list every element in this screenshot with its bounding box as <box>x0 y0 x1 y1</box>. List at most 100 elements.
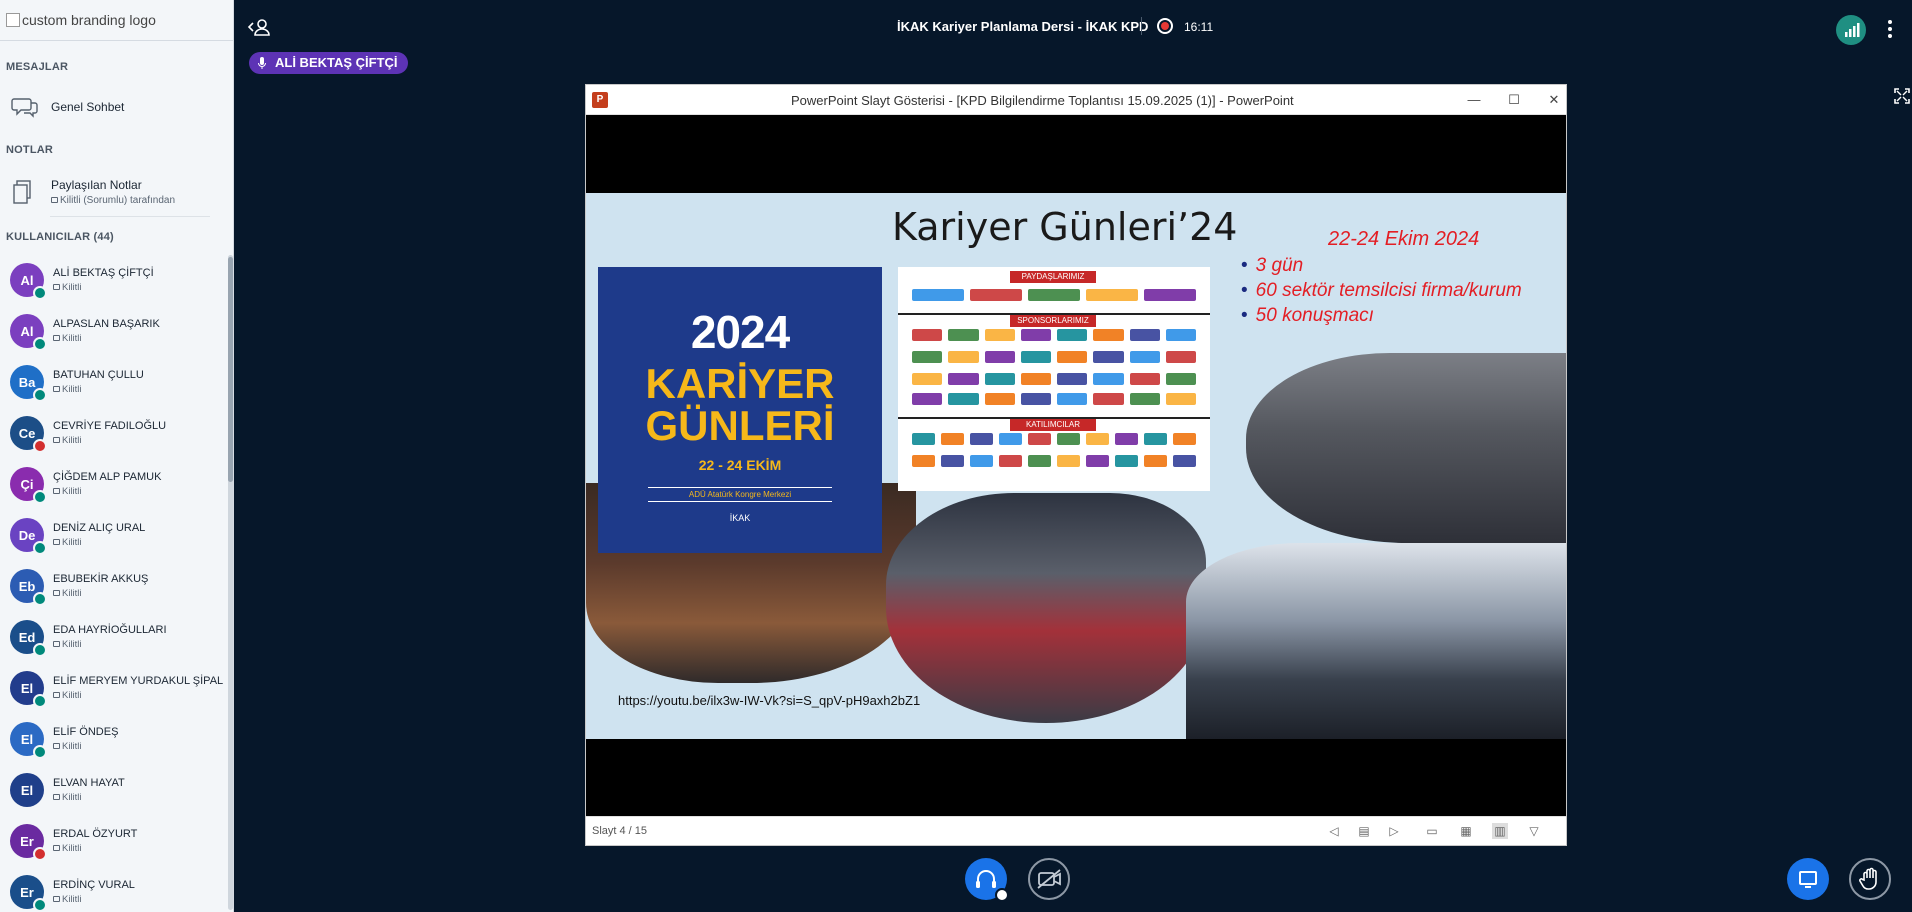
talking-indicator[interactable]: ALİ BEKTAŞ ÇİFTÇİ <box>249 52 408 74</box>
partner-logo <box>1020 351 1051 363</box>
public-chat-item[interactable]: Genel Sohbet <box>0 92 218 122</box>
slide-youtube-link[interactable]: https://youtu.be/ilx3w-IW-Vk?si=S_qpV-pH… <box>618 693 920 708</box>
partner-logo <box>1028 433 1051 445</box>
fullscreen-button[interactable] <box>1893 87 1911 105</box>
avatar-initials: Ce <box>18 425 36 441</box>
close-icon[interactable]: ✕ <box>1546 92 1562 108</box>
next-slide-icon[interactable]: ▷ <box>1386 823 1402 839</box>
lock-icon <box>53 692 60 698</box>
avatar-initials: Ba <box>18 374 36 390</box>
partner-logo <box>1057 393 1088 405</box>
user-name: CEVRİYE FADILOĞLU <box>53 420 167 432</box>
slide-sorter-icon[interactable]: ▦ <box>1458 823 1474 839</box>
user-name: ELVAN HAYAT <box>53 777 125 789</box>
options-menu-button[interactable] <box>1885 18 1895 40</box>
partner-logo <box>1144 289 1196 301</box>
slide-bullet: • 60 sektör temsilcisi firma/kurum <box>1241 280 1522 301</box>
presentation-toggle-button[interactable] <box>1787 858 1829 900</box>
connection-status-button[interactable] <box>1836 15 1866 45</box>
microphone-icon <box>33 388 47 402</box>
partner-logo <box>1020 373 1051 385</box>
avatar: El <box>10 722 47 759</box>
lock-icon <box>53 386 60 392</box>
recording-icon[interactable] <box>1157 18 1173 34</box>
avatar: El <box>10 671 47 708</box>
user-list-item[interactable]: Er ERDAL ÖZYURT Kilitli <box>0 816 226 867</box>
scrollbar-thumb[interactable] <box>228 257 233 482</box>
normal-view-icon[interactable]: ▭ <box>1424 823 1440 839</box>
chevron-up-icon[interactable] <box>995 888 1009 902</box>
user-list-item[interactable]: El ELVAN HAYAT Kilitli <box>0 765 226 816</box>
user-list-item[interactable]: El ELİF ÖNDEŞ Kilitli <box>0 714 226 765</box>
partner-logo <box>1020 393 1051 405</box>
slide-date: 22-24 Ekim 2024 <box>1328 228 1480 250</box>
user-lock-status: Kilitli <box>53 639 82 650</box>
shared-notes-item[interactable]: Paylaşılan Notlar Kilitli (Sorumlu) tara… <box>0 174 218 214</box>
user-lock-status: Kilitli <box>53 690 82 701</box>
leave-audio-button[interactable] <box>965 858 1009 902</box>
hand-icon <box>1859 867 1877 890</box>
avatar-initials: El <box>20 782 34 798</box>
lock-icon <box>53 641 60 647</box>
shared-notes-label: Paylaşılan Notlar <box>51 178 142 192</box>
user-list-scrollbar[interactable] <box>228 255 233 910</box>
slide-counter: Slayt 4 / 15 <box>592 825 648 837</box>
partner-logo <box>1057 455 1080 467</box>
messages-section-title: MESAJLAR <box>6 61 69 73</box>
partner-logo <box>912 351 943 363</box>
user-list-item[interactable]: Çi ÇİĞDEM ALP PAMUK Kilitli <box>0 459 226 510</box>
partner-logo <box>1093 329 1124 341</box>
reading-view-icon[interactable]: ▥ <box>1492 823 1508 839</box>
minimize-icon[interactable]: — <box>1466 92 1482 108</box>
partner-logo <box>912 455 935 467</box>
maximize-icon[interactable]: ☐ <box>1506 92 1522 108</box>
user-list-item[interactable]: Eb EBUBEKİR AKKUŞ Kilitli <box>0 561 226 612</box>
partner-logo <box>984 393 1015 405</box>
avatar: Ed <box>10 620 47 657</box>
user-list-item[interactable]: Ed EDA HAYRİOĞULLARI Kilitli <box>0 612 226 663</box>
avatar: Al <box>10 314 47 351</box>
partner-logo <box>948 329 979 341</box>
slideshow-icon[interactable]: ▽ <box>1526 823 1542 839</box>
user-name: ALİ BEKTAŞ ÇİFTÇİ <box>53 267 154 279</box>
user-list-item[interactable]: De DENİZ ALIÇ URAL Kilitli <box>0 510 226 561</box>
partner-logo <box>1057 329 1088 341</box>
user-list-item[interactable]: Ce CEVRİYE FADILOĞLU Kilitli <box>0 408 226 459</box>
raise-hand-button[interactable] <box>1849 858 1891 900</box>
divider <box>898 313 1210 315</box>
broken-image-icon <box>6 13 20 27</box>
partner-logo <box>1028 289 1080 301</box>
user-name: BATUHAN ÇULLU <box>53 369 144 381</box>
microphone-icon <box>33 745 47 759</box>
microphone-icon <box>33 286 47 300</box>
user-list-item[interactable]: Er ERDİNÇ VURAL Kilitli <box>0 867 226 912</box>
user-list-item[interactable]: Ba BATUHAN ÇULLU Kilitli <box>0 357 226 408</box>
user-name: ALPASLAN BAŞARIK <box>53 318 160 330</box>
partner-logo <box>1165 373 1196 385</box>
microphone-icon <box>33 898 47 912</box>
partner-logo <box>1093 393 1124 405</box>
join-video-button[interactable] <box>1028 858 1070 900</box>
partner-logo <box>970 455 993 467</box>
user-lock-status: Kilitli <box>53 384 82 395</box>
user-name: ELİF ÖNDEŞ <box>53 726 119 738</box>
avatar: Er <box>10 824 47 861</box>
lock-icon <box>53 794 60 800</box>
partner-logo <box>1086 433 1109 445</box>
user-list-item[interactable]: Al ALPASLAN BAŞARIK Kilitli <box>0 306 226 357</box>
toggle-userlist-button[interactable] <box>247 16 273 38</box>
partner-logo <box>948 351 979 363</box>
shared-notes-status: Kilitli (Sorumlu) tarafından <box>51 195 175 206</box>
previous-slide-icon[interactable]: ◁ <box>1326 823 1342 839</box>
user-list-item[interactable]: El ELİF MERYEM YURDAKUL ŞİPAL Kilitli <box>0 663 226 714</box>
user-lock-status: Kilitli <box>53 792 82 803</box>
logos-section-title: SPONSORLARIMIZ <box>1010 315 1096 327</box>
user-list-item[interactable]: Al ALİ BEKTAŞ ÇİFTÇİ Kilitli <box>0 255 226 306</box>
slide-menu-icon[interactable]: ▤ <box>1356 823 1372 839</box>
lock-icon <box>51 197 58 203</box>
avatar-initials: Eb <box>18 578 36 594</box>
microphone-icon <box>33 592 47 606</box>
chat-icon <box>11 95 39 119</box>
user-name: EDA HAYRİOĞULLARI <box>53 624 167 636</box>
partner-logo <box>1129 373 1160 385</box>
